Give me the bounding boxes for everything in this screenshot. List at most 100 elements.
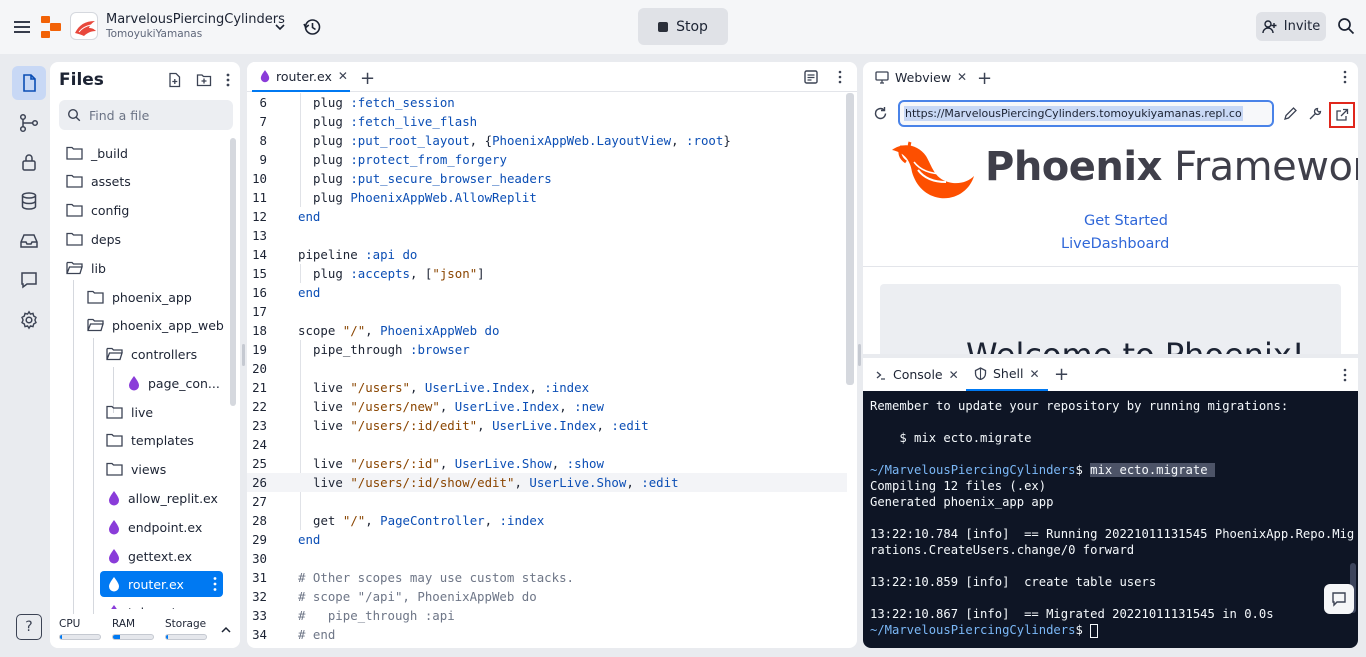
editor-scrollbar[interactable] <box>846 93 854 385</box>
git-tool-button[interactable] <box>12 106 46 140</box>
replit-logo-icon[interactable] <box>40 15 62 39</box>
tab-webview[interactable]: Webview ✕ <box>867 62 975 92</box>
settings-tool-button[interactable] <box>12 303 46 337</box>
tree-folder-live[interactable]: live <box>106 399 153 425</box>
elixir-drop-icon <box>108 548 120 564</box>
tree-folder-lib[interactable]: lib <box>66 255 106 281</box>
webview-more-icon[interactable] <box>1343 70 1347 84</box>
token: # scope "/api", PhoenixAppWeb do <box>298 589 537 604</box>
chevron-up-icon[interactable] <box>220 624 232 636</box>
tree-folder-views[interactable]: views <box>106 456 166 482</box>
hamburger-icon[interactable] <box>12 17 32 37</box>
tree-folder-deps[interactable]: deps <box>66 226 121 252</box>
database-tool-button[interactable] <box>12 184 46 218</box>
tree-file-router[interactable]: router.ex <box>100 571 223 597</box>
packages-tool-button[interactable] <box>12 224 46 258</box>
line-number: 28 <box>252 513 267 528</box>
close-icon[interactable]: ✕ <box>1030 367 1040 381</box>
add-tab-icon[interactable]: + <box>360 68 375 89</box>
url-input[interactable]: https://MarvelousPiercingCylinders.tomoy… <box>898 100 1274 127</box>
search-icon[interactable] <box>1337 17 1355 35</box>
tree-folder-config[interactable]: config <box>66 197 129 223</box>
secrets-tool-button[interactable] <box>12 145 46 179</box>
tab-console[interactable]: Console ✕ <box>867 358 967 391</box>
wrench-icon[interactable] <box>1308 106 1323 121</box>
code-editor: router.ex ✕ + 6 plug :fetch_session 7 plug… <box>247 62 857 648</box>
file-search-box[interactable] <box>59 100 233 130</box>
code-line: 11 plug PhoenixAppWeb.AllowReplit <box>247 188 847 207</box>
chat-tool-button[interactable] <box>12 263 46 297</box>
tree-file-page-controller[interactable]: page_con... <box>128 370 220 396</box>
shell-command: mix ecto.migrate <box>1090 463 1215 477</box>
shell-line: Generated phoenix_app app <box>870 495 1054 509</box>
shell-line: ~/MarvelousPiercingCylinders$ mix ecto.m… <box>870 463 1215 477</box>
tree-folder-build[interactable]: _build <box>66 140 128 166</box>
new-file-icon[interactable] <box>167 72 183 88</box>
link-live-dashboard[interactable]: LiveDashboard <box>1061 236 1169 252</box>
add-tab-icon[interactable]: + <box>977 68 992 89</box>
token: :accepts <box>350 266 410 281</box>
open-in-new-tab-button[interactable] <box>1329 102 1355 128</box>
line-number: 23 <box>252 418 267 433</box>
help-button[interactable]: ? <box>16 614 42 640</box>
tree-file-allow-replit[interactable]: allow_replit.ex <box>108 485 218 511</box>
elixir-drop-icon <box>108 576 120 592</box>
link-get-started[interactable]: Get Started <box>1084 213 1168 229</box>
panel-resize-handle[interactable] <box>242 344 245 366</box>
files-scrollbar[interactable] <box>230 138 236 406</box>
repl-avatar[interactable] <box>70 12 98 40</box>
tree-file-endpoint[interactable]: endpoint.ex <box>108 514 202 540</box>
code-area[interactable]: 6 plug :fetch_session 7 plug :fetch_live_f… <box>247 93 847 648</box>
repl-name[interactable]: MarvelousPiercingCylinders <box>106 12 285 27</box>
shell-line: rations.CreateUsers.change/0 forward <box>870 543 1135 557</box>
token: , <box>596 418 612 433</box>
files-tool-button[interactable] <box>12 66 46 100</box>
close-icon[interactable]: ✕ <box>338 69 348 83</box>
tree-folder-templates[interactable]: templates <box>106 427 194 453</box>
outline-icon[interactable] <box>804 70 818 84</box>
chevron-down-icon[interactable] <box>272 19 288 35</box>
token: "/users/new" <box>350 399 440 414</box>
tab-shell[interactable]: Shell ✕ <box>966 358 1048 391</box>
code-line: 33 # pipe_through :api <box>247 606 847 625</box>
chat-button[interactable] <box>1324 584 1354 614</box>
tree-folder-phoenix-app[interactable]: phoenix_app <box>87 284 192 310</box>
tree-folder-assets[interactable]: assets <box>66 168 131 194</box>
brand-bold: Phoenix <box>985 144 1162 190</box>
line-number: 13 <box>252 228 267 243</box>
folder-icon <box>66 232 83 246</box>
shell-terminal[interactable]: Remember to update your repository by ru… <box>863 391 1358 648</box>
console-more-icon[interactable] <box>1343 368 1347 382</box>
resource-monitor[interactable]: CPU RAM Storage <box>50 614 240 648</box>
stop-button[interactable]: Stop <box>638 8 728 45</box>
panel-resize-handle[interactable] <box>858 344 861 366</box>
pencil-icon[interactable] <box>1283 106 1298 121</box>
shell-line: Compiling 12 files (.ex) <box>870 479 1047 493</box>
elixir-drop-icon <box>128 375 140 391</box>
tree-label: assets <box>91 173 131 189</box>
close-icon[interactable]: ✕ <box>957 70 967 84</box>
tree-label: config <box>91 202 130 218</box>
files-more-icon[interactable] <box>220 72 236 88</box>
history-icon[interactable] <box>302 17 322 37</box>
tab-router-ex[interactable]: router.ex ✕ <box>252 62 350 92</box>
tree-folder-phoenix-app-web[interactable]: phoenix_app_web <box>87 312 224 338</box>
invite-button[interactable]: Invite <box>1256 12 1326 41</box>
file-search-input[interactable] <box>89 107 219 123</box>
new-folder-icon[interactable] <box>196 72 212 88</box>
repl-owner[interactable]: TomoyukiYamanas <box>106 28 202 40</box>
token: pipe_through <box>313 342 403 357</box>
token: , <box>439 399 455 414</box>
editor-more-icon[interactable] <box>838 70 842 84</box>
close-icon[interactable]: ✕ <box>949 368 959 382</box>
token: pipeline <box>298 247 358 262</box>
tree-file-gettext[interactable]: gettext.ex <box>108 543 192 569</box>
code-line: 28 get "/", PageController, :index <box>247 511 847 530</box>
reload-icon[interactable] <box>873 106 888 121</box>
tree-folder-controllers[interactable]: controllers <box>106 341 197 367</box>
item-more-icon[interactable] <box>213 576 217 592</box>
shell-icon <box>974 367 987 380</box>
tool-rail <box>0 54 56 657</box>
token: PhoenixAppWeb <box>380 323 478 338</box>
add-tab-icon[interactable]: + <box>1054 364 1069 385</box>
